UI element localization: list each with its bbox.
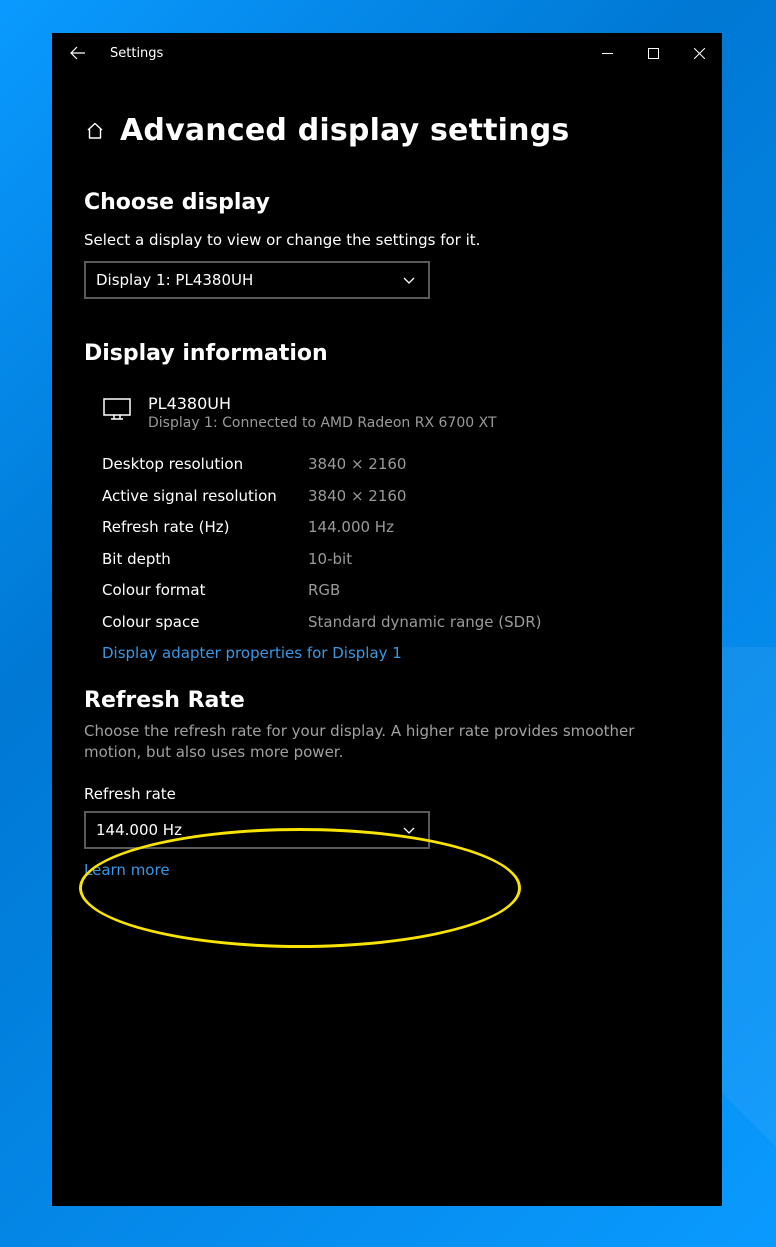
info-key: Colour format [102, 575, 308, 607]
refresh-rate-help: Choose the refresh rate for your display… [84, 721, 690, 763]
close-button[interactable] [676, 33, 722, 73]
minimize-button[interactable] [584, 33, 630, 73]
maximize-button[interactable] [630, 33, 676, 73]
display-name: PL4380UH [148, 394, 497, 413]
info-row: Desktop resolution 3840 × 2160 [102, 449, 690, 481]
choose-display-subtext: Select a display to view or change the s… [84, 231, 690, 249]
settings-window: Settings Advanced display setti [52, 33, 722, 1206]
display-info-table: Desktop resolution 3840 × 2160 Active si… [84, 449, 690, 662]
home-button[interactable] [84, 120, 106, 142]
refresh-rate-section: Refresh Rate Choose the refresh rate for… [84, 688, 690, 879]
display-info-section: Display information PL4380UH Display 1: … [84, 341, 690, 662]
info-row: Refresh rate (Hz) 144.000 Hz [102, 512, 690, 544]
info-val: 144.000 Hz [308, 512, 394, 544]
info-key: Bit depth [102, 544, 308, 576]
window-title: Settings [110, 46, 163, 61]
info-row: Active signal resolution 3840 × 2160 [102, 481, 690, 513]
page-header: Advanced display settings [84, 113, 690, 148]
info-row: Bit depth 10-bit [102, 544, 690, 576]
display-identity: PL4380UH Display 1: Connected to AMD Rad… [84, 394, 690, 431]
info-val: 10-bit [308, 544, 352, 576]
chevron-down-icon [402, 823, 416, 837]
home-icon [85, 121, 105, 141]
info-val: Standard dynamic range (SDR) [308, 607, 541, 639]
info-row: Colour space Standard dynamic range (SDR… [102, 607, 690, 639]
choose-display-heading: Choose display [84, 190, 690, 215]
info-key: Active signal resolution [102, 481, 308, 513]
refresh-rate-heading: Refresh Rate [84, 688, 690, 713]
display-info-heading: Display information [84, 341, 690, 366]
close-icon [694, 48, 705, 59]
page-title: Advanced display settings [120, 113, 569, 148]
chevron-down-icon [402, 273, 416, 287]
display-select-dropdown[interactable]: Display 1: PL4380UH [84, 261, 430, 299]
monitor-icon [102, 394, 132, 431]
info-key: Refresh rate (Hz) [102, 512, 308, 544]
info-val: 3840 × 2160 [308, 449, 406, 481]
refresh-rate-value: 144.000 Hz [96, 821, 182, 839]
adapter-properties-link[interactable]: Display adapter properties for Display 1 [102, 644, 402, 662]
maximize-icon [648, 48, 659, 59]
content-area: Advanced display settings Choose display… [52, 73, 722, 1206]
info-key: Colour space [102, 607, 308, 639]
info-val: RGB [308, 575, 340, 607]
display-connection: Display 1: Connected to AMD Radeon RX 67… [148, 415, 497, 431]
learn-more-link[interactable]: Learn more [84, 861, 170, 879]
back-arrow-icon [70, 45, 86, 61]
display-select-value: Display 1: PL4380UH [96, 271, 253, 289]
choose-display-section: Choose display Select a display to view … [84, 190, 690, 299]
refresh-rate-label: Refresh rate [84, 785, 690, 803]
minimize-icon [602, 48, 613, 59]
refresh-rate-dropdown[interactable]: 144.000 Hz [84, 811, 430, 849]
titlebar: Settings [52, 33, 722, 73]
info-key: Desktop resolution [102, 449, 308, 481]
info-val: 3840 × 2160 [308, 481, 406, 513]
info-row: Colour format RGB [102, 575, 690, 607]
back-button[interactable] [64, 39, 92, 67]
